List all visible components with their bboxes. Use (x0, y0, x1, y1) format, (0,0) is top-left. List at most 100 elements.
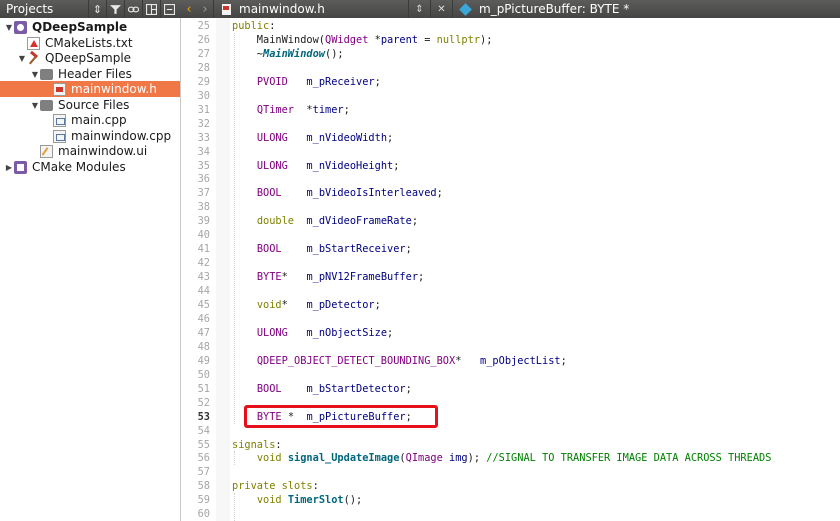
code-line[interactable]: 51 BOOL m_bStartDetector; (182, 382, 840, 396)
code-line[interactable]: 33 ULONG m_nVideoWidth; (182, 131, 840, 145)
code-text: void* m_pDetector; (256, 299, 381, 311)
tree-item-label: QDeepSample (32, 20, 128, 34)
code-line[interactable]: 48 (182, 340, 840, 354)
tree-item[interactable]: mainwindow.cpp (0, 128, 180, 144)
code-line[interactable]: 37 BOOL m_bVideoIsInterleaved; (182, 186, 840, 200)
code-line[interactable]: 52 (182, 396, 840, 410)
split-icon[interactable] (142, 0, 160, 18)
tree-item[interactable]: mainwindow.ui (0, 143, 180, 159)
indent-guide (234, 32, 235, 424)
line-number: 25 (197, 20, 210, 32)
open-document-selector[interactable]: mainwindow.h (213, 0, 408, 18)
cmake-file-icon (27, 36, 40, 50)
symbol-selector[interactable]: m_pPictureBuffer: BYTE * (452, 0, 840, 18)
code-line[interactable]: 43 BYTE* m_pNV12FrameBuffer; (182, 270, 840, 284)
code-line[interactable]: 47 ULONG m_nObjectSize; (182, 326, 840, 340)
folder-icon (40, 99, 53, 111)
line-number: 55 (197, 438, 210, 451)
tree-item[interactable]: ▼ Source Files (0, 97, 180, 113)
code-editor[interactable]: 25 public: 26 MainWindow(QWidget *parent =… (182, 18, 840, 521)
cpp-file-icon (53, 129, 66, 143)
expand-arrow-icon[interactable]: ▼ (4, 23, 14, 32)
line-number: 27 (197, 47, 210, 60)
line-number: 32 (197, 117, 210, 130)
project-tree: ▼ QDeepSample CMakeLists.txt ▼ QDeepSample ▼ H… (0, 18, 181, 521)
code-line[interactable]: 40 (182, 228, 840, 242)
line-number: 37 (197, 187, 210, 200)
collapse-arrow-icon[interactable]: ▶ (4, 163, 14, 172)
line-number: 45 (197, 299, 210, 311)
chevron-up-down-icon[interactable]: ⇕ (408, 0, 430, 18)
code-line[interactable]: 60 (182, 507, 840, 521)
member-variable-icon (459, 2, 472, 16)
code-line[interactable]: 25 public: (182, 19, 840, 33)
tree-item[interactable]: ▼ Header Files (0, 66, 180, 82)
code-line[interactable]: 28 (182, 61, 840, 75)
code-line[interactable]: 53 BYTE * m_pPictureBuffer; (182, 410, 840, 424)
code-text: ULONG m_nVideoHeight; (256, 159, 400, 172)
code-line[interactable]: 50 (182, 368, 840, 382)
line-number: 49 (197, 354, 210, 367)
code-line[interactable]: 44 (182, 284, 840, 298)
code-text: BYTE * m_pPictureBuffer; (256, 410, 412, 423)
line-number: 54 (197, 424, 210, 437)
code-line[interactable]: 27 ~MainWindow(); (182, 47, 840, 61)
code-line[interactable]: 56 void signal_UpdateImage(QImage img); … (182, 451, 840, 465)
tree-item-label: Header Files (58, 67, 132, 81)
code-text: private slots: (232, 480, 319, 493)
close-icon[interactable]: ✕ (430, 0, 452, 18)
line-number: 51 (197, 382, 210, 395)
expand-arrow-icon[interactable]: ▼ (17, 54, 27, 63)
hammer-icon (27, 52, 40, 65)
back-arrow-icon[interactable]: ‹ (181, 2, 197, 17)
code-line[interactable]: 35 ULONG m_nVideoHeight; (182, 159, 840, 173)
code-text: ULONG m_nVideoWidth; (256, 131, 394, 144)
tree-item[interactable]: CMakeLists.txt (0, 35, 180, 51)
code-text: PVOID m_pReceiver; (256, 75, 381, 88)
line-number: 35 (197, 159, 210, 172)
code-line[interactable]: 34 (182, 145, 840, 159)
code-line[interactable]: 26 MainWindow(QWidget *parent = nullptr)… (182, 33, 840, 47)
line-number: 43 (197, 271, 210, 284)
code-line[interactable]: 59 void TimerSlot(); (182, 493, 840, 507)
code-line[interactable]: 29 PVOID m_pReceiver; (182, 75, 840, 89)
code-line[interactable]: 45 void* m_pDetector; (182, 298, 840, 312)
project-icon (14, 20, 27, 34)
indent-guide (234, 493, 235, 521)
tree-item[interactable]: ▼ QDeepSample (0, 19, 180, 35)
close-pane-icon[interactable] (160, 0, 178, 18)
projects-selector[interactable]: Projects (0, 2, 88, 16)
line-number: 59 (197, 494, 210, 507)
code-line[interactable]: 55 signals: (182, 438, 840, 452)
expand-arrow-icon[interactable]: ▼ (30, 70, 40, 79)
code-line[interactable]: 41 BOOL m_bStartReceiver; (182, 242, 840, 256)
current-symbol: m_pPictureBuffer: BYTE * (479, 2, 630, 16)
code-line[interactable]: 31 QTimer *timer; (182, 103, 840, 117)
line-number: 52 (197, 396, 210, 409)
code-line[interactable]: 49 QDEEP_OBJECT_DETECT_BOUNDING_BOX* m_p… (182, 354, 840, 368)
tree-item-label: CMake Modules (32, 160, 126, 174)
code-line[interactable]: 30 (182, 89, 840, 103)
code-line[interactable]: 54 (182, 424, 840, 438)
tree-item[interactable]: ▶ CMake Modules (0, 159, 180, 175)
link-icon[interactable] (124, 0, 142, 18)
expand-arrow-icon[interactable]: ▼ (30, 101, 40, 110)
chevron-up-down-icon[interactable]: ⇕ (88, 0, 106, 18)
line-number: 47 (197, 326, 210, 339)
code-line[interactable]: 38 (182, 200, 840, 214)
filter-icon[interactable] (106, 0, 124, 18)
line-number: 46 (197, 312, 210, 325)
tree-item[interactable]: main.cpp (0, 112, 180, 128)
code-line[interactable]: 39 double m_dVideoFrameRate; (182, 214, 840, 228)
code-line[interactable]: 32 (182, 117, 840, 131)
forward-arrow-icon[interactable]: › (197, 2, 213, 17)
line-number: 57 (197, 466, 210, 479)
code-line[interactable]: 42 (182, 256, 840, 270)
code-line[interactable]: 36 (182, 172, 840, 186)
code-line[interactable]: 57 (182, 465, 840, 479)
line-number: 30 (197, 89, 210, 102)
tree-item[interactable]: ▼ QDeepSample (0, 50, 180, 66)
code-line[interactable]: 58 private slots: (182, 479, 840, 493)
tree-item[interactable]: mainwindow.h (0, 81, 180, 97)
code-line[interactable]: 46 (182, 312, 840, 326)
